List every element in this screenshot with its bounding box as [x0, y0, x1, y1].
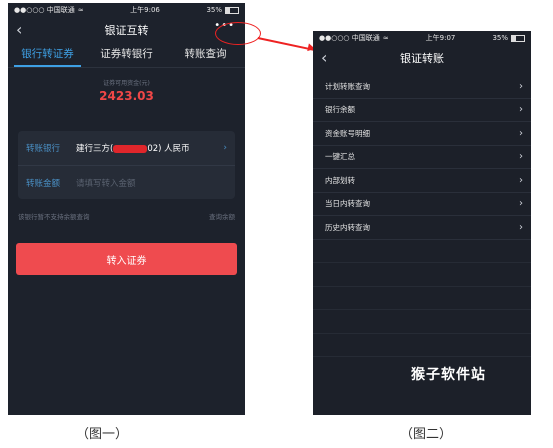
wifi-icon: ≈: [77, 6, 84, 14]
carrier-label: ●●○○○ 中国联通: [319, 34, 380, 42]
chevron-right-icon: ›: [519, 151, 523, 163]
clock: 上午9:06: [130, 6, 160, 14]
redaction-mark: [113, 144, 148, 153]
wifi-icon: ≈: [382, 34, 389, 42]
battery-icon: [225, 6, 239, 14]
amount-input[interactable]: 请填写转入金额: [76, 177, 227, 189]
nav-bar: ‹ 银证互转 •••: [8, 17, 245, 43]
menu-item-label: 历史内转查询: [325, 222, 370, 232]
hint-row: 该银行暂不支持余额查询 查询余额: [18, 211, 235, 221]
menu-item-plan-transfer-query[interactable]: 计划转账查询 ›: [313, 75, 531, 99]
tab-transfer-query[interactable]: 转账查询: [166, 43, 245, 67]
menu-item-bank-balance[interactable]: 银行余额 ›: [313, 99, 531, 122]
menu-item-internal-transfer[interactable]: 内部划转 ›: [313, 169, 531, 193]
back-icon[interactable]: ‹: [321, 48, 327, 67]
phone-screenshot-2: ●●○○○ 中国联通 ≈ 上午9:07 35% ‹ 银证转账 计划转账查询 › …: [313, 31, 531, 415]
back-icon[interactable]: ‹: [16, 20, 22, 39]
bank-value-suffix: 02) 人民币: [147, 144, 190, 154]
menu-item-label: 计划转账查询: [325, 81, 370, 91]
menu-list: 计划转账查询 › 银行余额 › 资金账号明细 › 一键汇总 › 内部划转 › 当…: [313, 75, 531, 357]
empty-row: [313, 240, 531, 263]
amount-row[interactable]: 转账金额 请填写转入金额: [18, 166, 235, 200]
watermark: 猴子软件站: [411, 367, 486, 383]
transfer-form: 转账银行 建行三方( 02) 人民币 › 转账金额 请填写转入金额: [18, 131, 235, 199]
tab-bank-to-securities[interactable]: 银行转证券: [8, 43, 87, 67]
bank-label: 转账银行: [26, 144, 61, 154]
status-bar: ●●○○○ 中国联通 ≈ 上午9:07 35%: [313, 31, 531, 45]
status-bar: ●●○○○ 中国联通 ≈ 上午9:06 35%: [8, 3, 245, 17]
menu-item-label: 资金账号明细: [325, 128, 370, 138]
menu-item-today-transfer-query[interactable]: 当日内转查询 ›: [313, 193, 531, 216]
figure-caption-2: （图二）: [400, 427, 453, 442]
menu-item-history-transfer-query[interactable]: 历史内转查询 ›: [313, 216, 531, 240]
balance-hint: 该银行暂不支持余额查询: [18, 213, 90, 221]
carrier-label: ●●○○○ 中国联通: [14, 6, 75, 14]
amount-label: 转账金额: [26, 179, 61, 189]
tab-bar: 银行转证券 证券转银行 转账查询: [8, 43, 245, 68]
bank-value: 建行三方( 02) 人民币: [76, 142, 223, 154]
chevron-right-icon: ›: [519, 127, 523, 139]
empty-row: [313, 310, 531, 334]
figure-caption-1: （图一）: [76, 427, 129, 442]
balance-value: 2423.03: [99, 89, 154, 103]
phone-screenshot-1: ●●○○○ 中国联通 ≈ 上午9:06 35% ‹ 银证互转 ••• 银行转证券…: [8, 3, 245, 415]
menu-item-label: 内部划转: [325, 175, 355, 185]
empty-row: [313, 263, 531, 287]
chevron-right-icon: ›: [223, 143, 227, 153]
empty-row: [313, 334, 531, 357]
bank-select-row[interactable]: 转账银行 建行三方( 02) 人民币 ›: [18, 131, 235, 166]
menu-item-label: 一键汇总: [325, 152, 355, 162]
chevron-right-icon: ›: [519, 174, 523, 186]
query-balance-link[interactable]: 查询余额: [209, 211, 235, 221]
menu-item-account-details[interactable]: 资金账号明细 ›: [313, 122, 531, 146]
empty-row: [313, 287, 531, 310]
tab-securities-to-bank[interactable]: 证券转银行: [87, 43, 166, 67]
page-title: 银证转账: [400, 52, 444, 65]
battery-icon: [511, 34, 525, 42]
chevron-right-icon: ›: [519, 104, 523, 116]
chevron-right-icon: ›: [519, 198, 523, 210]
menu-item-label: 银行余额: [325, 105, 355, 115]
balance-label: 证券可用资金(元): [103, 80, 150, 87]
menu-item-label: 当日内转查询: [325, 199, 370, 209]
menu-item-one-click-summary[interactable]: 一键汇总 ›: [313, 146, 531, 169]
annotation-circle: [215, 22, 261, 45]
nav-bar: ‹ 银证转账: [313, 45, 531, 71]
clock: 上午9:07: [425, 34, 456, 42]
bank-value-prefix: 建行三方(: [76, 144, 114, 154]
chevron-right-icon: ›: [519, 221, 523, 233]
battery-percent: 35%: [206, 6, 222, 14]
battery-percent: 35%: [492, 34, 508, 42]
chevron-right-icon: ›: [519, 80, 523, 92]
transfer-in-button[interactable]: 转入证券: [16, 243, 237, 275]
page-title: 银证互转: [104, 24, 149, 37]
